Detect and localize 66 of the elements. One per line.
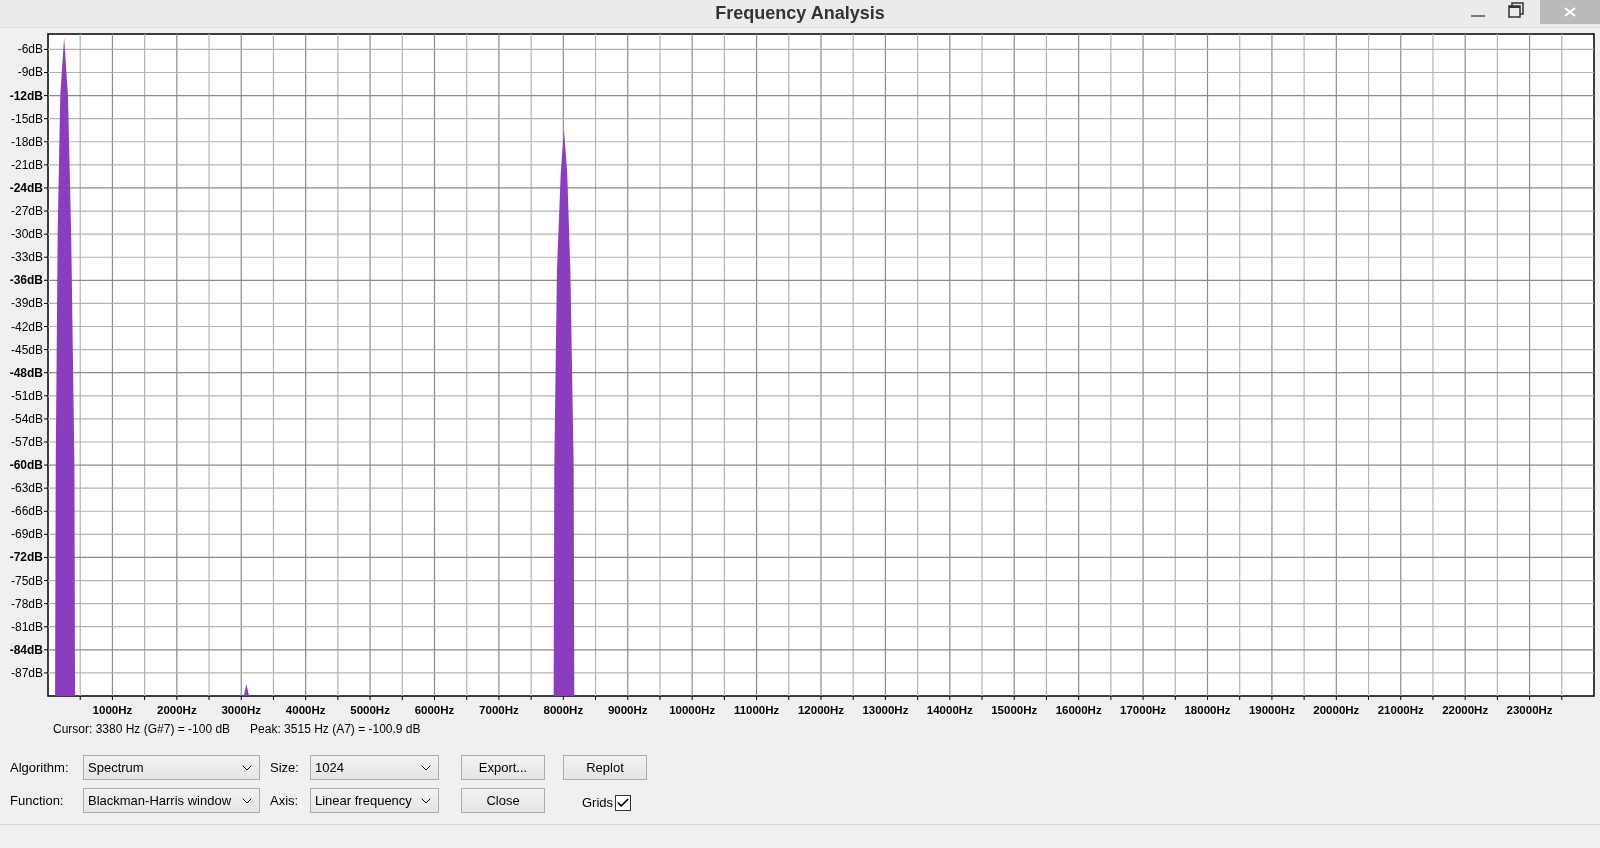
dropdown[interactable]: 1024 <box>310 755 439 780</box>
x-axis-label: 17000Hz <box>1120 704 1167 716</box>
field-label: Algorithm: <box>10 758 70 777</box>
x-axis-label: 22000Hz <box>1442 704 1489 716</box>
y-axis-label: -75dB <box>10 573 43 588</box>
dialog-button[interactable]: Close <box>461 788 545 813</box>
y-axis-label: -15dB <box>10 111 43 126</box>
peak-readout: Peak: 3515 Hz (A7) = -100.9 dB <box>250 721 421 738</box>
x-axis-label: 12000Hz <box>798 704 844 716</box>
y-axis-label: -81dB <box>10 619 43 634</box>
x-axis-label: 9000Hz <box>607 704 648 716</box>
y-axis-label: -39dB <box>10 296 43 311</box>
x-axis-label: 1000Hz <box>92 704 133 716</box>
field-label: Axis: <box>270 791 300 810</box>
x-axis-label: 8000Hz <box>543 704 584 716</box>
y-axis-label: -36dB <box>9 273 43 288</box>
x-axis-label: 2000Hz <box>157 704 197 716</box>
y-axis-label: -57dB <box>10 435 43 449</box>
y-axis-label: -24dB <box>9 180 43 195</box>
y-axis-label: -27dB <box>10 204 43 219</box>
y-axis-label: -9dB <box>17 65 43 80</box>
grids-label: Grids <box>582 793 614 812</box>
y-axis-label: -69dB <box>10 527 43 542</box>
y-axis-label: -18dB <box>10 134 43 149</box>
x-axis-label: 7000Hz <box>479 704 519 716</box>
x-axis-label: 23000Hz <box>1506 704 1553 716</box>
y-axis-label: -30dB <box>10 227 43 242</box>
x-axis-label: 20000Hz <box>1313 704 1360 716</box>
dropdown[interactable]: Blackman-Harris window <box>83 788 260 813</box>
y-axis-label: -51dB <box>10 388 43 403</box>
y-axis-label: -60dB <box>9 458 43 473</box>
x-axis-label: 14000Hz <box>926 704 973 716</box>
x-axis-label: 21000Hz <box>1377 704 1424 716</box>
x-axis-label: 13000Hz <box>862 704 909 716</box>
y-axis-label: -54dB <box>10 411 43 426</box>
y-axis-label: -66dB <box>10 504 43 519</box>
y-axis-label: -45dB <box>10 342 43 357</box>
x-axis-label: 15000Hz <box>991 704 1038 716</box>
x-axis-label: 4000Hz <box>285 704 326 716</box>
cursor-readout: Cursor: 3380 Hz (G#7) = -100 dB <box>53 721 231 738</box>
x-axis-label: 19000Hz <box>1248 704 1295 716</box>
dialog-button[interactable]: Export... <box>461 755 545 780</box>
y-axis-label: -12dB <box>9 88 43 103</box>
dialog-button[interactable]: Replot <box>563 755 647 780</box>
x-axis-label: 5000Hz <box>350 704 390 716</box>
y-axis-label: -87dB <box>10 665 43 680</box>
x-axis-label: 6000Hz <box>414 704 455 716</box>
y-axis-label: -6dB <box>17 42 43 57</box>
field-label: Size: <box>270 758 300 777</box>
y-axis-label: -42dB <box>10 319 43 334</box>
x-axis-label: 18000Hz <box>1184 704 1231 716</box>
window-title: Frequency Analysis <box>715 2 885 25</box>
field-label: Function: <box>10 791 65 810</box>
x-axis-label: 16000Hz <box>1055 704 1102 716</box>
x-axis-label: 10000Hz <box>669 704 716 716</box>
y-axis-label: -84dB <box>9 642 43 657</box>
x-axis-label: 3000Hz <box>221 704 262 716</box>
dropdown[interactable]: Spectrum <box>83 755 260 780</box>
y-axis-label: -78dB <box>10 596 43 611</box>
dropdown[interactable]: Linear frequency <box>310 788 439 813</box>
x-axis-label: 11000Hz <box>733 704 780 716</box>
y-axis-label: -63dB <box>10 481 43 496</box>
y-axis-label: -33dB <box>10 250 43 265</box>
y-axis-label: -72dB <box>9 550 43 565</box>
y-axis-label: -48dB <box>9 365 43 380</box>
y-axis-label: -21dB <box>10 157 43 172</box>
